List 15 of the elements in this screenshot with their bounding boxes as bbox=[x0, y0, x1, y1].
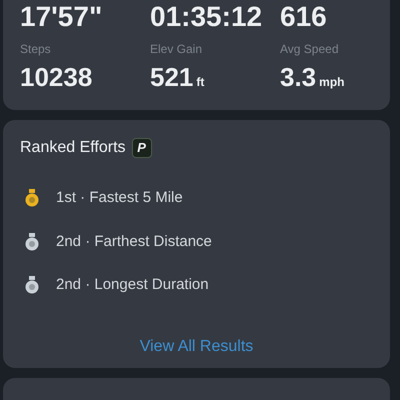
stat-value: 10238 bbox=[20, 62, 94, 92]
effort-text: 2nd · Longest Duration bbox=[56, 275, 209, 295]
stat-label: Steps bbox=[20, 41, 52, 58]
effort-text: 2nd · Farthest Distance bbox=[56, 232, 212, 252]
stat-value: 616 bbox=[280, 1, 328, 33]
stat-label: Avg Speed bbox=[280, 41, 340, 58]
stat-value: 3.3 mph bbox=[280, 62, 346, 94]
stat-value: 521 ft bbox=[150, 62, 206, 94]
view-all-results-link[interactable]: View All Results bbox=[140, 334, 254, 358]
stat-value: 17'57" bbox=[20, 1, 104, 33]
effort-text: 1st · Fastest 5 Mile bbox=[56, 188, 183, 208]
stat-value: 01:35:12 bbox=[150, 1, 264, 33]
card-title: Ranked Efforts bbox=[20, 138, 126, 158]
stat-label: Elev Gain bbox=[150, 41, 204, 58]
badge: P bbox=[132, 138, 152, 158]
